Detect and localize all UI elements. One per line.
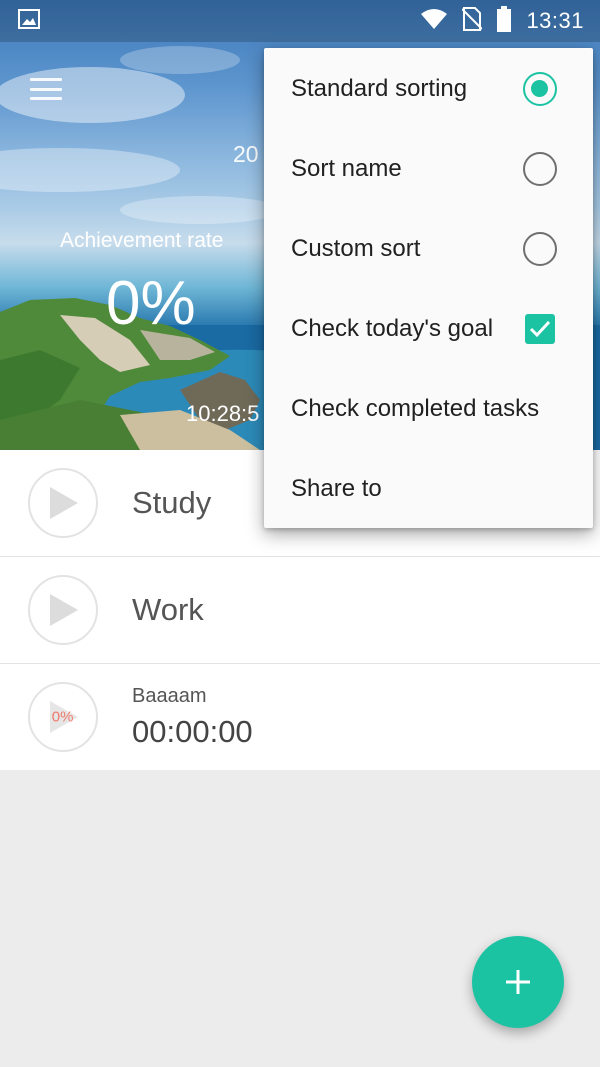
task-name: Work [132,592,204,627]
status-clock: 13:31 [526,8,584,33]
radio-unselected[interactable] [523,152,557,186]
menu-item-label: Check today's goal [291,315,494,342]
play-button[interactable] [28,468,98,538]
sort-options-menu: Standard sorting Sort name Custom sort C… [264,48,593,528]
status-bar: 13:31 [0,0,600,42]
wifi-icon [420,8,448,35]
menu-item-check-completed-tasks[interactable]: Check completed tasks [264,369,593,449]
task-row-baaaam[interactable]: 0% Baaaam 00:00:00 [0,664,600,770]
hamburger-menu-icon[interactable] [26,72,66,106]
menu-item-standard-sorting[interactable]: Standard sorting [264,49,593,129]
no-sim-icon [461,6,484,36]
menu-item-custom-sort[interactable]: Custom sort [264,209,593,289]
menu-item-share-to[interactable]: Share to [264,449,593,529]
header-date: 20 [233,141,259,167]
achievement-value: 0% [106,269,196,338]
menu-item-check-todays-goal[interactable]: Check today's goal [264,289,593,369]
menu-item-label: Standard sorting [291,75,468,102]
menu-item-label: Share to [291,475,382,502]
radio-unselected[interactable] [523,232,557,266]
menu-item-label: Sort name [291,155,402,182]
menu-item-label: Check completed tasks [291,395,540,422]
task-name: Baaaam [132,684,207,707]
add-task-button[interactable] [472,936,564,1028]
radio-selected[interactable] [523,72,557,106]
menu-item-sort-name[interactable]: Sort name [264,129,593,209]
achievement-label: Achievement rate [60,229,224,252]
image-notification-icon [18,8,40,34]
battery-icon [496,5,512,37]
task-progress-text: 0% [51,708,74,726]
task-name: Study [132,485,212,520]
header-time: 10:28:5 [186,401,260,426]
menu-item-label: Custom sort [291,235,421,262]
play-button[interactable] [28,575,98,645]
play-button[interactable]: 0% [28,682,98,752]
play-icon [50,594,78,626]
task-timer: 00:00:00 [132,713,253,749]
checkmark-icon [529,320,551,338]
task-row-work[interactable]: Work [0,557,600,664]
checkbox-checked[interactable] [525,314,555,344]
plus-icon [506,970,530,994]
play-icon [50,487,78,519]
